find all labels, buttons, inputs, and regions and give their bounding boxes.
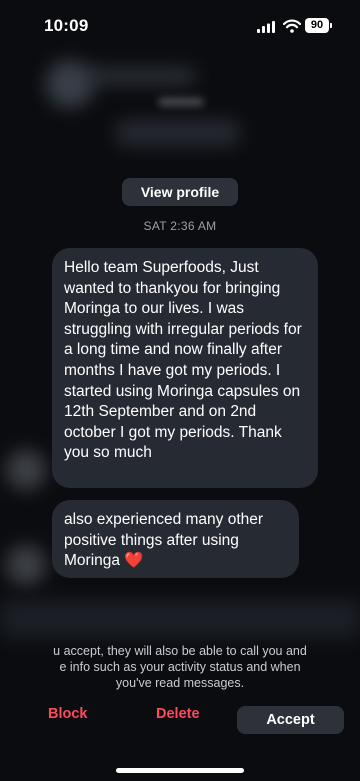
message-bubble[interactable]: also experienced many other positive thi…: [52, 500, 299, 578]
delete-button[interactable]: Delete: [156, 706, 200, 722]
blurred-banner: [0, 600, 360, 638]
block-button[interactable]: Block: [48, 706, 88, 722]
blurred-avatar: [46, 60, 94, 108]
message-bubble[interactable]: Hello team Superfoods, Just wanted to th…: [52, 248, 318, 488]
blurred-sender-avatar: [6, 545, 46, 585]
battery-icon: [330, 23, 332, 28]
message-text: also experienced many other positive thi…: [64, 511, 264, 570]
blurred-username: [116, 120, 240, 146]
accept-button[interactable]: Accept: [237, 706, 344, 734]
clock-time: 10:09: [44, 16, 89, 35]
info-line: you've read messages.: [115, 676, 245, 690]
info-line: e info such as your activity status and …: [59, 660, 301, 674]
message-timestamp: SAT 2:36 AM: [143, 219, 217, 233]
cellular-signal-icon: [257, 21, 275, 33]
home-indicator[interactable]: [116, 768, 244, 773]
view-profile-button[interactable]: View profile: [122, 178, 238, 206]
blurred-sender-avatar: [6, 450, 46, 490]
message-request-info: u accept, they will also be able to call…: [16, 643, 344, 691]
heart-emoji-icon: ❤️: [124, 552, 144, 570]
blurred-divider: [158, 98, 204, 106]
message-text: Hello team Superfoods, Just wanted to th…: [64, 259, 302, 462]
status-bar: 10:09 90: [0, 0, 360, 54]
blurred-name: [86, 68, 196, 84]
battery-level: 90: [305, 18, 329, 33]
info-line: u accept, they will also be able to call…: [53, 644, 307, 658]
wifi-icon: [283, 19, 301, 33]
